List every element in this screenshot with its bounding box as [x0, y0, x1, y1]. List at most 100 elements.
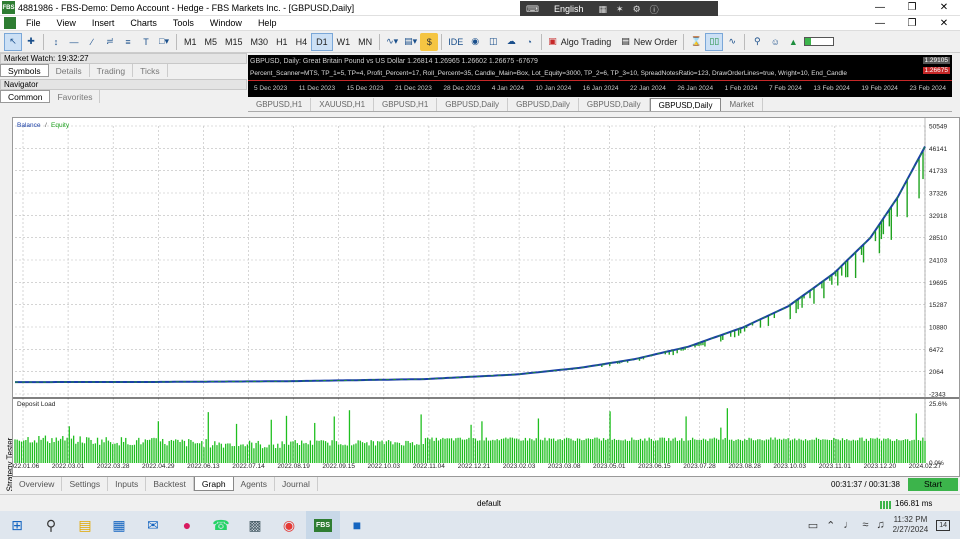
vps-icon[interactable]: ◔ [520, 33, 538, 51]
new-order-button[interactable]: ▤ New Order [618, 33, 680, 51]
chart-tab-5[interactable]: GBPUSD,Daily [579, 98, 650, 111]
network-status[interactable]: 166.81 ms [895, 499, 932, 508]
mail-icon[interactable]: ✉ [136, 511, 170, 539]
mini-date-label: 23 Feb 2024 [909, 85, 946, 92]
tab-ticks[interactable]: Ticks [133, 64, 168, 77]
pin-icon[interactable]: ✶ [616, 4, 624, 15]
menu-charts[interactable]: Charts [122, 18, 165, 28]
maximize-button[interactable]: ❐ [896, 0, 928, 16]
templates-icon[interactable]: ▤▾ [401, 33, 420, 51]
chart-tab-3[interactable]: GBPUSD,Daily [437, 98, 509, 111]
whatsapp-icon[interactable]: ☎ [204, 511, 238, 539]
close-button[interactable]: ✕ [928, 0, 960, 16]
chrome-icon[interactable]: ◉ [272, 511, 306, 539]
doc-minimize-button[interactable]: — [864, 15, 896, 31]
chart-tab-7[interactable]: Market [721, 98, 763, 111]
timeframe-m30[interactable]: M30 [247, 33, 273, 51]
chart-tab-1[interactable]: XAUUSD,H1 [311, 98, 375, 111]
y-tick-label: -2343 [929, 392, 946, 399]
timeframe-w1[interactable]: W1 [333, 33, 355, 51]
clock[interactable]: 11:32 PM 2/27/2024 [893, 515, 929, 535]
doc-close-button[interactable]: ✕ [928, 15, 960, 31]
crosshair-tool-icon[interactable]: ✚ [22, 33, 40, 51]
tab-symbols[interactable]: Symbols [0, 64, 49, 77]
search-icon[interactable]: ⚲ [748, 33, 766, 51]
chevron-up-icon[interactable]: ⌃ [826, 519, 835, 532]
timeframe-h1[interactable]: H1 [272, 33, 292, 51]
fbs-app-icon[interactable]: FBS [306, 511, 340, 539]
timeframe-mn[interactable]: MN [354, 33, 376, 51]
text-tool-icon[interactable]: T [137, 33, 155, 51]
display-icon[interactable]: ▭ [808, 519, 818, 532]
bar-chart-icon[interactable]: ⌛ [687, 33, 705, 51]
tab-details[interactable]: Details [49, 64, 90, 77]
menu-insert[interactable]: Insert [84, 18, 123, 28]
menu-help[interactable]: Help [250, 18, 285, 28]
mini-price-chart[interactable]: GBPUSD, Daily: Great Britain Pound vs US… [248, 55, 952, 97]
timeframe-h4[interactable]: H4 [292, 33, 312, 51]
tab-overview[interactable]: Overview [12, 477, 63, 491]
indicators-icon[interactable]: ∿▾ [383, 33, 401, 51]
market-icon[interactable]: ◫ [484, 33, 502, 51]
keyboard-icon[interactable]: ⌨ [526, 4, 539, 15]
menu-tools[interactable]: Tools [165, 18, 202, 28]
tab-common[interactable]: Common [0, 90, 51, 103]
doc-restore-button[interactable]: ❐ [896, 15, 928, 31]
start-button[interactable]: Start [908, 477, 958, 491]
menu-file[interactable]: File [18, 18, 49, 28]
tab-favorites[interactable]: Favorites [50, 90, 101, 103]
menu-window[interactable]: Window [202, 18, 250, 28]
horizontal-line-icon[interactable]: — [65, 33, 83, 51]
shapes-icon[interactable]: □▾ [155, 33, 173, 51]
speaker-icon[interactable]: ♫ [876, 519, 884, 531]
volume-icon[interactable]: ♩ [843, 519, 854, 531]
chart-tab-0[interactable]: GBPUSD,H1 [248, 98, 312, 111]
fibonacci-icon[interactable]: ≡ [119, 33, 137, 51]
x-tick-label: 2023.02.03 [503, 463, 536, 470]
help-icon[interactable]: ⓘ [650, 3, 659, 16]
language-label[interactable]: English [554, 4, 584, 14]
tab-agents[interactable]: Agents [234, 477, 276, 491]
chart-tab-6[interactable]: GBPUSD,Daily [649, 98, 722, 111]
remote-desktop-icon[interactable]: ▩ [238, 511, 272, 539]
tester-graph[interactable]: 2022.01.06 2022.03.01 2022.03.28 2022.04.29… [7, 117, 960, 477]
grid-icon[interactable]: ▦ [599, 4, 608, 15]
timeframe-d1[interactable]: D1 [311, 32, 333, 51]
signals-icon[interactable]: ◉ [466, 33, 484, 51]
dollar-icon[interactable]: $ [420, 32, 439, 51]
windows-start-icon[interactable]: ⊞ [0, 511, 34, 539]
tab-settings[interactable]: Settings [62, 477, 109, 491]
paint-icon[interactable]: ● [170, 511, 204, 539]
timeframe-m5[interactable]: M5 [201, 33, 222, 51]
timeframe-m1[interactable]: M1 [180, 33, 201, 51]
vertical-line-icon[interactable]: ↕ [47, 33, 65, 51]
ide-button[interactable]: IDE [445, 33, 466, 51]
channel-icon[interactable]: ≓ [101, 33, 119, 51]
store-icon[interactable]: ▦ [102, 511, 136, 539]
tab-backtest[interactable]: Backtest [146, 477, 194, 491]
notifications-icon[interactable]: 14 [936, 519, 950, 531]
cursor-tool-icon[interactable]: ↖ [4, 32, 22, 51]
minimize-button[interactable]: — [864, 0, 896, 16]
chart-tab-4[interactable]: GBPUSD,Daily [508, 98, 579, 111]
candles-icon[interactable]: ▯▯ [705, 32, 724, 51]
trendline-icon[interactable]: ∕ [83, 33, 101, 51]
tab-graph[interactable]: Graph [193, 477, 234, 491]
line-chart-icon[interactable]: ∿ [723, 33, 741, 51]
chart-tab-2[interactable]: GBPUSD,H1 [374, 98, 438, 111]
settings-icon[interactable]: ⚙ [633, 4, 641, 15]
level-icon[interactable]: ▲ [784, 33, 802, 51]
tab-inputs[interactable]: Inputs [108, 477, 147, 491]
app-window-icon[interactable]: ■ [340, 511, 374, 539]
tab-trading[interactable]: Trading [90, 64, 134, 77]
profile-status[interactable]: default [477, 499, 501, 508]
wifi-icon[interactable]: ≈ [862, 519, 868, 531]
tab-journal[interactable]: Journal [275, 477, 318, 491]
algo-trading-button[interactable]: ▣ Algo Trading [545, 33, 614, 51]
search-icon[interactable]: ⚲ [34, 511, 68, 539]
account-icon[interactable]: ☺ [766, 33, 784, 51]
cloud-icon[interactable]: ☁ [502, 33, 520, 51]
timeframe-m15[interactable]: M15 [221, 33, 247, 51]
menu-view[interactable]: View [49, 18, 84, 28]
file-explorer-icon[interactable]: ▤ [68, 511, 102, 539]
